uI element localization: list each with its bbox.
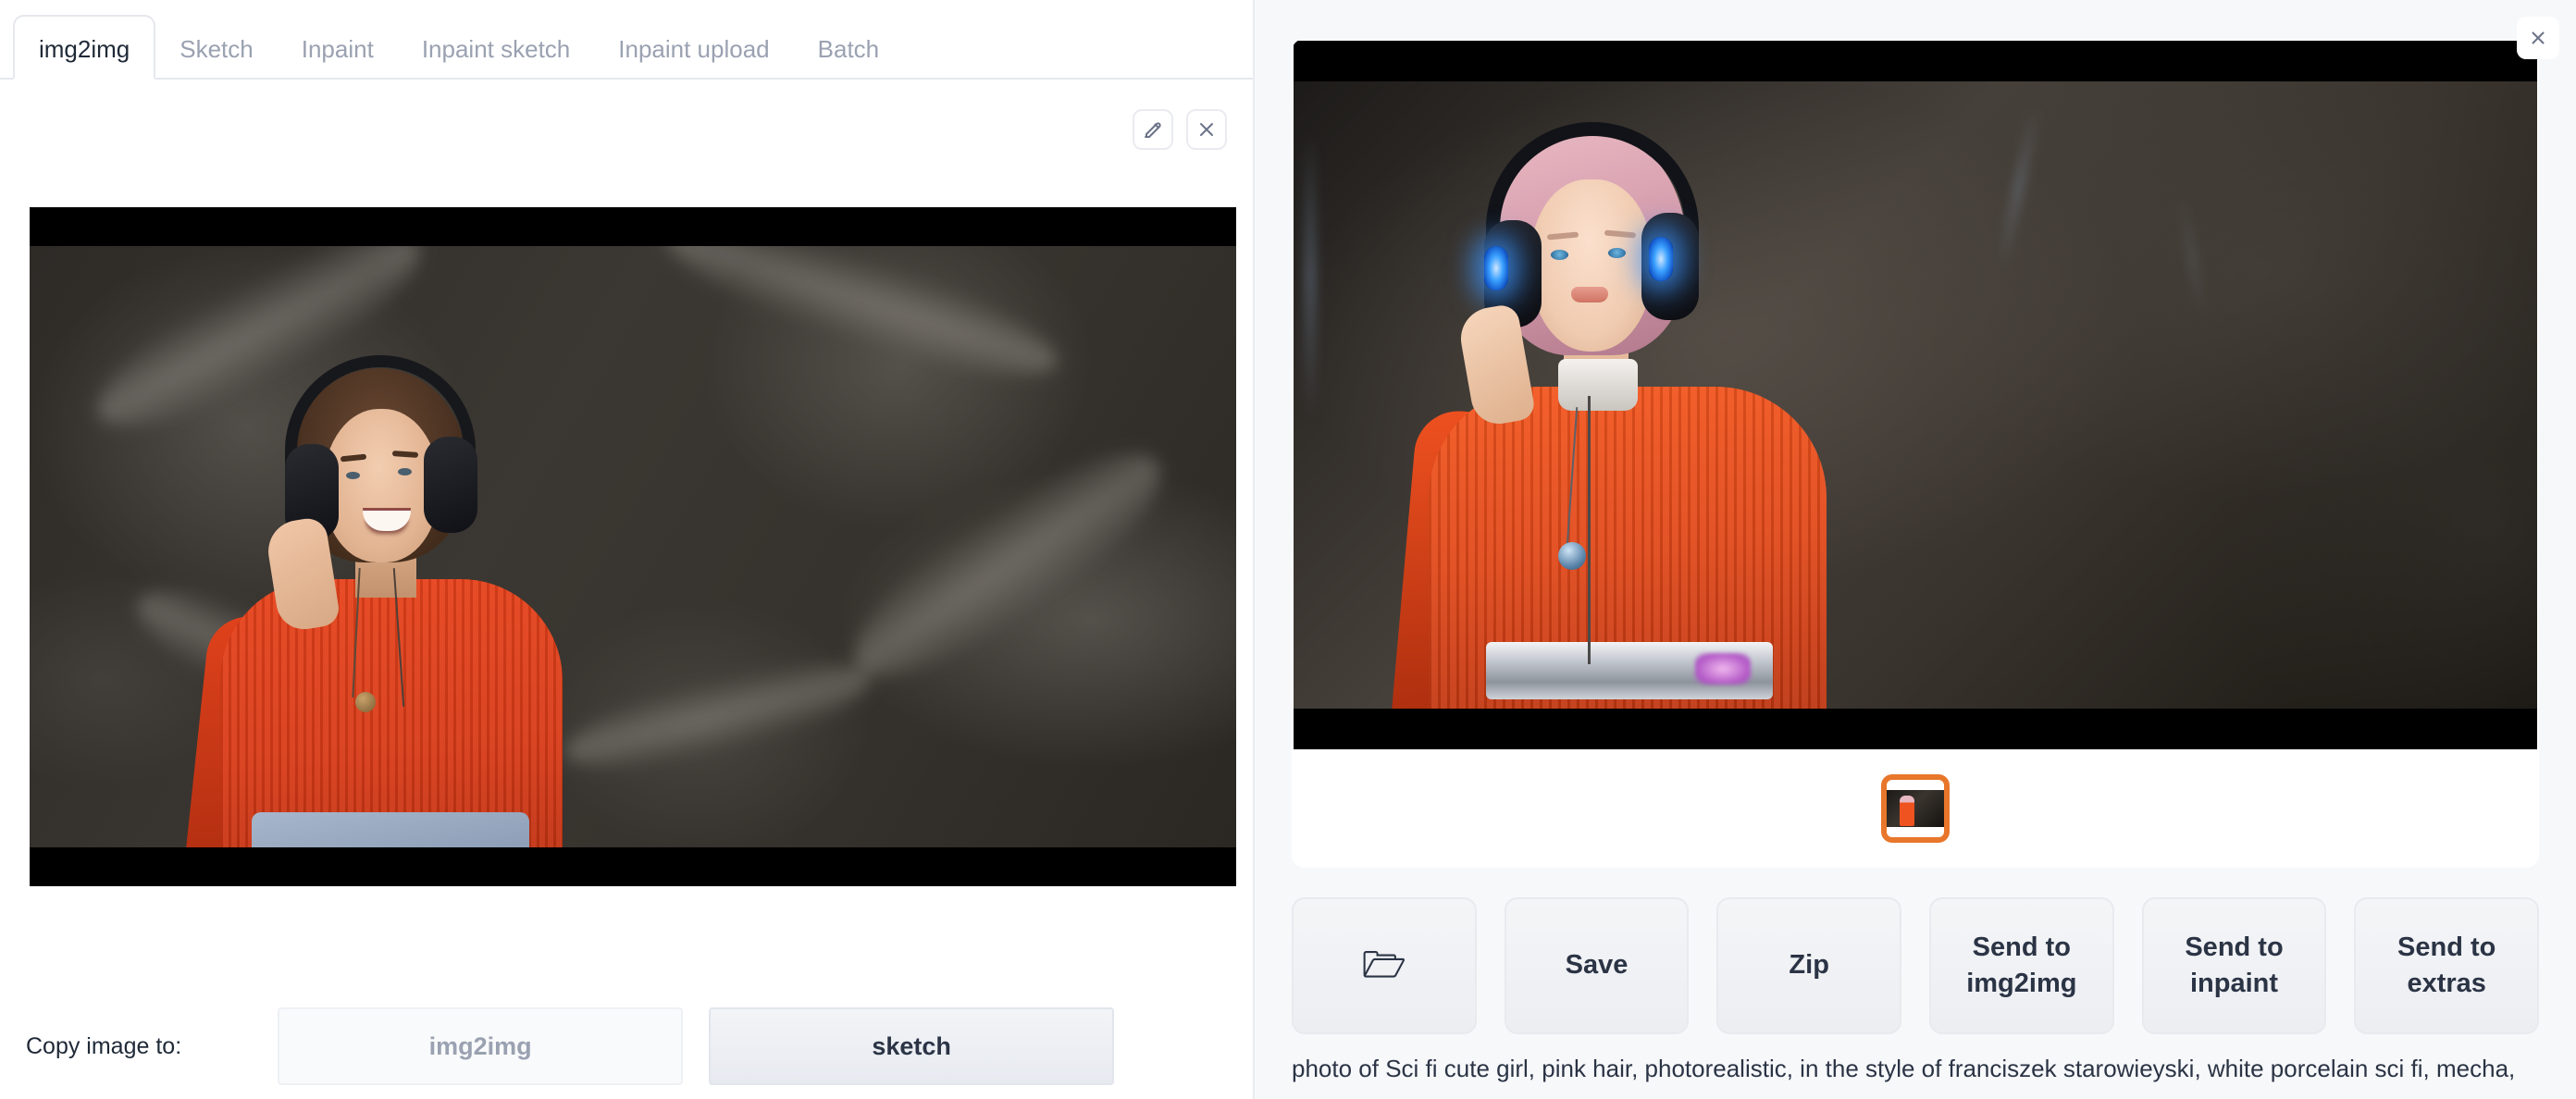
tab-label: Inpaint sketch (421, 35, 571, 63)
tab-inpaint-upload[interactable]: Inpaint upload (594, 37, 793, 78)
result-actions: 🗁 Save Zip Send to img2img Send to inpai… (1292, 897, 2540, 1034)
tab-img2img[interactable]: img2img (13, 15, 156, 80)
app-root: img2img Sketch Inpaint Inpaint sketch In… (0, 0, 2576, 1099)
result-gallery (1292, 39, 2539, 868)
tab-label: img2img (39, 35, 130, 63)
close-icon (1200, 123, 1213, 136)
gallery-thumbnail-strip (1292, 749, 2539, 868)
copy-image-row: Copy image to: img2img sketch (0, 994, 1255, 1099)
send-to-img2img-button[interactable]: Send to img2img (1929, 897, 2114, 1034)
letterbox-bottom (1294, 709, 2537, 749)
save-button[interactable]: Save (1504, 897, 1690, 1034)
tab-label: Batch (817, 35, 880, 63)
send-to-inpaint-button[interactable]: Send to inpaint (2141, 897, 2327, 1034)
copy-to-img2img-button[interactable]: img2img (278, 1007, 684, 1085)
letterbox-top (1294, 41, 2537, 81)
copy-image-label: Copy image to: (26, 1032, 182, 1059)
source-image-toolbar (1133, 109, 1227, 150)
open-folder-icon: 🗁 (1362, 946, 1406, 985)
edit-image-button[interactable] (1133, 109, 1173, 150)
output-right-panel: 🗁 Save Zip Send to img2img Send to inpai… (1255, 0, 2576, 1099)
copy-to-sketch-button[interactable]: sketch (709, 1007, 1115, 1085)
thumbnail-preview (1887, 790, 1944, 827)
tab-label: Sketch (180, 35, 254, 63)
close-gallery-button[interactable] (2517, 17, 2559, 59)
result-image-canvas (1294, 81, 2537, 723)
close-icon (2532, 31, 2545, 44)
tab-label: Inpaint (301, 35, 374, 63)
tab-inpaint-sketch[interactable]: Inpaint sketch (398, 37, 594, 78)
tab-sketch[interactable]: Sketch (155, 37, 278, 78)
result-image[interactable] (1294, 41, 2537, 749)
copy-image-targets: img2img sketch (278, 1007, 1115, 1085)
letterbox-bottom (30, 847, 1236, 886)
send-to-extras-button[interactable]: Send to extras (2354, 897, 2540, 1034)
mode-tabs: img2img Sketch Inpaint Inpaint sketch In… (0, 0, 1253, 80)
source-image-canvas (30, 207, 1236, 886)
remove-image-button[interactable] (1186, 109, 1227, 150)
pencil-icon (1145, 122, 1161, 138)
letterbox-top (30, 207, 1236, 246)
tab-label: Inpaint upload (618, 35, 770, 63)
tab-inpaint[interactable]: Inpaint (278, 37, 398, 78)
tab-batch[interactable]: Batch (794, 37, 904, 78)
open-folder-button[interactable]: 🗁 (1292, 897, 1477, 1034)
img2img-left-panel: img2img Sketch Inpaint Inpaint sketch In… (0, 0, 1255, 1099)
zip-button[interactable]: Zip (1716, 897, 1902, 1034)
generation-prompt-text: photo of Sci fi cute girl, pink hair, ph… (1292, 1055, 2516, 1082)
gallery-thumbnail[interactable] (1881, 774, 1950, 843)
source-image[interactable] (30, 207, 1236, 886)
